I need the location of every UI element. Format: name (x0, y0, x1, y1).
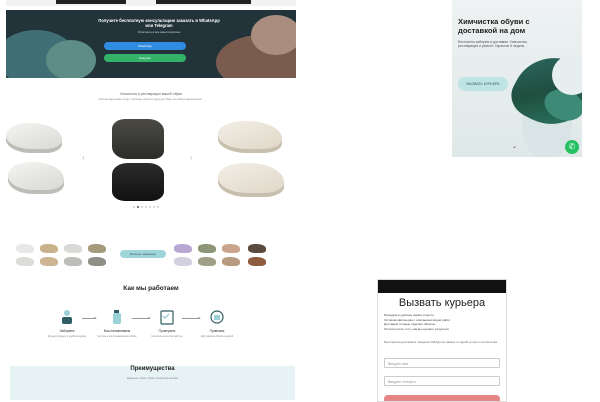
carousel-dot[interactable] (157, 206, 159, 208)
thumbnail[interactable] (40, 257, 58, 266)
step-deliver: Привозим Доставляем обратно домой (192, 308, 242, 338)
carousel-dot[interactable] (133, 206, 135, 208)
step-label: Привозим (209, 329, 225, 333)
advantages-title: Преимущества (130, 366, 175, 372)
advantages-section: Преимущества Доверьте свою обувь професс… (10, 366, 295, 400)
chevron-down-icon[interactable]: ⌄ (512, 143, 517, 150)
whatsapp-button[interactable]: WhatsApp (104, 42, 186, 50)
modal-benefits-list: Приедем в удобное время и место Оставим … (384, 313, 500, 331)
courier-modal: Вызвать курьера Приедем в удобное время … (377, 279, 507, 402)
mobile-hero: Химчистка обуви с доставкой на дом Беспл… (452, 0, 582, 157)
hero-title: Получите бесплатную консультацию заказат… (98, 18, 220, 28)
more-examples-button[interactable]: Больше примеров (120, 250, 166, 258)
top-strip-segment (156, 0, 251, 4)
courier-icon (58, 308, 76, 326)
carousel-dot[interactable] (149, 206, 151, 208)
checklist-icon (158, 308, 176, 326)
shoes-block-title: Химчистка и реставрация вашей обуви (120, 92, 182, 96)
thumbnail[interactable] (64, 257, 82, 266)
sneaker-image (218, 121, 282, 153)
thumbnail[interactable] (222, 257, 240, 266)
carousel-dot[interactable] (153, 206, 155, 208)
boot-image (112, 163, 164, 201)
thumbnail[interactable] (88, 244, 106, 253)
step-check: Проверяем Контроль качества работы (142, 308, 192, 338)
hero-shoe-image (46, 40, 96, 78)
chevron-left-icon[interactable]: ‹ (82, 153, 85, 162)
mobile-title: Химчистка обуви с доставкой на дом (458, 17, 530, 35)
step-label: Восстанавливаем (103, 329, 131, 333)
step-text: Контроль качества работы (151, 335, 183, 338)
thumbnail[interactable] (222, 244, 240, 253)
shoes-block-subtitle: Чистим кроссовки, кеды, ботинки, сапоги … (98, 97, 202, 101)
chevron-right-icon[interactable]: › (190, 153, 193, 162)
modal-title: Вызвать курьера (398, 297, 486, 309)
step-restore: Восстанавливаем Чистим и восстанавливаем… (92, 308, 142, 338)
carousel-dot[interactable] (145, 206, 147, 208)
thumbnail[interactable] (174, 257, 192, 266)
sneaker-image (6, 123, 62, 153)
telegram-button[interactable]: Telegram (104, 54, 186, 62)
thumbnail[interactable] (248, 244, 266, 253)
how-we-work-title: Как мы работаем (123, 285, 179, 292)
call-courier-button[interactable]: ВЫЗВАТЬ КУРЬЕРА (458, 77, 508, 91)
submit-button[interactable] (384, 395, 500, 401)
name-field[interactable]: Введите имя (384, 358, 500, 368)
thumbnail[interactable] (64, 244, 82, 253)
thumbnail[interactable] (16, 257, 34, 266)
mobile-subtitle: Бесплатно заберем и доставим. Химчистка,… (458, 40, 528, 49)
top-strip (6, 0, 296, 6)
step-text: Доставляем обратно домой (200, 335, 234, 338)
boot-image (112, 119, 164, 159)
carousel-dots[interactable] (126, 206, 166, 210)
step-text: Чистим и восстанавливаем обувь (97, 335, 137, 338)
thumbnail[interactable] (198, 244, 216, 253)
modal-header-bar (378, 280, 506, 293)
sneaker-image (218, 163, 284, 197)
carousel-dot[interactable] (141, 206, 143, 208)
advantages-subtitle: Доверьте свою обувь профессионалам (127, 376, 178, 380)
consultation-hero: Получите бесплатную консультацию заказат… (6, 10, 296, 78)
thumbnail[interactable] (248, 257, 266, 266)
sneaker-image (8, 162, 64, 194)
phone-field[interactable]: Введите телефон (384, 376, 500, 386)
top-strip-segment (56, 0, 126, 4)
delivery-icon (208, 308, 226, 326)
step-text: Курьер приедет в удобное время (47, 335, 87, 338)
modal-note: Бесплатная доставка в пределах МКАД при … (384, 340, 498, 344)
step-label: Проверяем (158, 329, 176, 333)
whatsapp-icon[interactable]: ✆ (565, 140, 579, 154)
spray-bottle-icon (108, 308, 126, 326)
step-label: Забираем (59, 329, 75, 333)
hero-shoe-image (251, 15, 296, 55)
thumbnail[interactable] (40, 244, 58, 253)
thumbnail[interactable] (174, 244, 192, 253)
carousel-dot[interactable] (137, 206, 139, 208)
thumbnail[interactable] (88, 257, 106, 266)
step-pickup: Забираем Курьер приедет в удобное время (42, 308, 92, 338)
list-item: Оплата после того, как вы оцените резуль… (384, 326, 449, 331)
thumbnail[interactable] (198, 257, 216, 266)
hero-subtitle: Ответим на все ваши вопросы (137, 30, 181, 34)
thumbnail[interactable] (16, 244, 34, 253)
